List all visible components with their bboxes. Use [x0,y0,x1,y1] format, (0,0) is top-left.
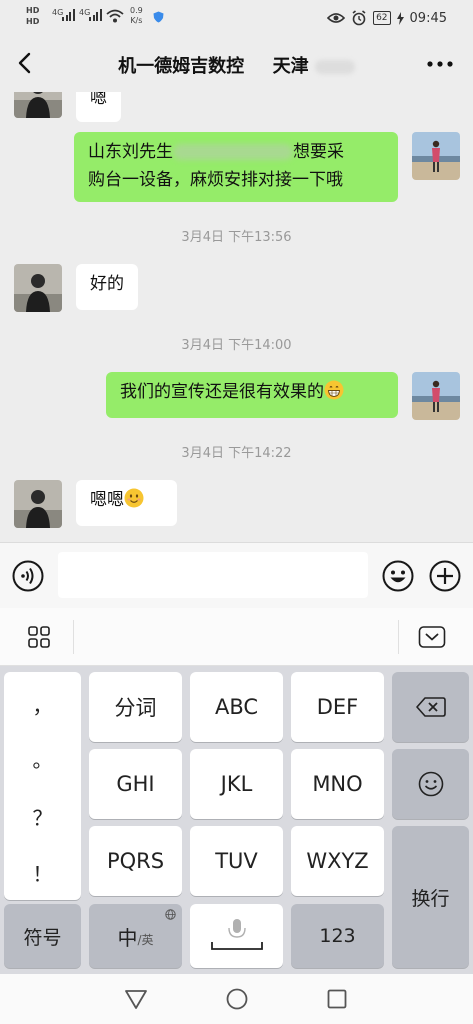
backspace-icon [415,697,446,717]
hd-indicator-bottom: HD [26,17,40,26]
shield-icon [153,11,164,23]
grid-menu-icon[interactable] [27,625,51,649]
chat-title-suffix: 天津 [272,56,309,77]
nav-recents-icon[interactable] [326,988,348,1010]
message-text: 好的 [90,274,124,294]
message-timestamp: 3月4日 下午14:22 [181,446,292,461]
alarm-icon [352,10,366,26]
message-bubble-received[interactable]: 嗯 [76,92,121,122]
microphone-icon [210,919,263,950]
eye-icon [327,13,346,23]
key-period[interactable]: 。 [4,744,81,773]
smiling-emoji-icon [124,488,144,508]
my-avatar[interactable] [412,372,460,420]
message-text: 我们的宣传还是很有效果的 [120,382,324,402]
nav-back-icon[interactable] [123,987,149,1011]
message-text: 嗯嗯 [90,490,124,510]
signal-icon [62,9,76,21]
clock-time: 09:45 [409,10,447,26]
status-bar: HD HD 4G 4G 0.9 K/s 62 09:45 [0,0,473,36]
message-input-bar [0,542,473,608]
key-ghi[interactable]: GHI [89,749,182,819]
redacted-text [173,144,293,160]
key-exclamation[interactable]: ！ [4,858,81,887]
language-switch-key[interactable]: 中/英 [89,904,182,968]
key-def[interactable]: DEF [291,672,384,742]
contact-avatar[interactable] [14,92,62,118]
space-key[interactable] [190,904,283,968]
message-bubble-received[interactable]: 嗯嗯 [76,480,177,526]
numbers-key[interactable]: 123 [291,904,384,968]
wifi-icon [106,9,124,23]
toolbar-divider [73,620,74,654]
message-bubble-sent[interactable]: 我们的宣传还是很有效果的 [106,372,398,418]
message-bubble-sent[interactable]: 山东刘先生 想要采 购台一设备，麻烦安排对接一下哦 [74,132,398,202]
contact-avatar[interactable] [14,264,62,312]
message-text-part-2: 想要采 [293,142,344,162]
backspace-key[interactable] [392,672,469,742]
key-jkl[interactable]: JKL [190,749,283,819]
chat-messages: 嗯 山东刘先生 想要采 购台一设备，麻烦安排对接一下哦 3月4日 下午13:56 … [0,92,473,542]
key-tuv[interactable]: TUV [190,826,283,896]
lang-main-label: 中 [117,925,138,950]
toolbar-divider [398,620,399,654]
emoji-icon[interactable] [382,560,414,592]
nav-home-icon[interactable] [225,987,249,1011]
keyboard-toolbar [0,608,473,666]
smiley-icon [418,771,443,797]
punctuation-column[interactable]: ， 。 ？ ！ [4,672,81,900]
keyboard: ， 。 ？ ！ 分词 ABC DEF GHI JKL MNO PQRS TUV … [0,666,473,974]
chat-title: 机一德姆吉数控 天津 [70,52,403,78]
lang-alt-label: /英 [137,932,154,947]
redacted-text [314,60,355,74]
message-input[interactable] [58,552,368,598]
key-abc[interactable]: ABC [190,672,283,742]
network-speed-unit: K/s [130,16,143,25]
status-right: 62 09:45 [327,9,447,27]
voice-icon[interactable] [12,560,44,592]
chat-title-name: 机一德姆吉数控 [118,56,245,77]
message-line-2: 购台一设备，麻烦安排对接一下哦 [88,170,343,190]
message-timestamp: 3月4日 下午14:00 [181,338,292,353]
more-icon[interactable] [425,54,455,74]
chat-header: 机一德姆吉数控 天津 [0,36,473,92]
key-pqrs[interactable]: PQRS [89,826,182,896]
enter-key[interactable]: 换行 [392,826,469,968]
charging-icon [396,11,404,25]
network-speed: 0.9 K/s [130,6,143,26]
key-comma[interactable]: ， [4,690,81,719]
network-speed-value: 0.9 [130,6,143,15]
back-icon[interactable] [10,48,40,78]
message-bubble-received[interactable]: 好的 [76,264,138,310]
symbols-key[interactable]: 符号 [4,904,81,968]
contact-avatar[interactable] [14,480,62,528]
system-nav-bar [0,974,473,1024]
collapse-keyboard-icon[interactable] [418,625,446,649]
message-line-1: 山东刘先生 想要采 [88,138,384,166]
hd-indicator-top: HD [26,6,40,15]
key-fenci[interactable]: 分词 [89,672,182,742]
emoji-key[interactable] [392,749,469,819]
hd-indicator: HD HD [26,5,39,27]
grinning-emoji-icon [324,380,344,400]
globe-icon [165,909,176,920]
message-timestamp: 3月4日 下午13:56 [181,230,292,245]
battery-level: 62 [373,11,391,25]
my-avatar[interactable] [412,132,460,180]
signal-icon-2 [89,9,103,21]
key-wxyz[interactable]: WXYZ [291,826,384,896]
key-mno[interactable]: MNO [291,749,384,819]
message-text: 嗯 [90,92,107,108]
key-question[interactable]: ？ [4,802,81,831]
message-text-part-1: 山东刘先生 [88,142,173,162]
add-icon[interactable] [429,560,461,592]
